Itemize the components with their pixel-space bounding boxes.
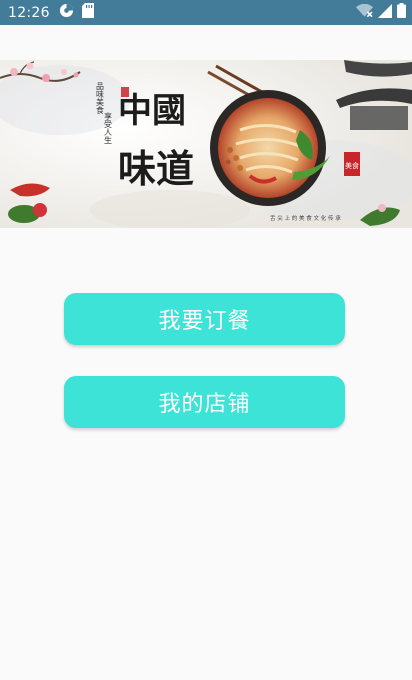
sd-card-icon xyxy=(81,3,94,22)
banner-slogan-left: 品味美食 xyxy=(96,82,105,115)
banner-image: 中國 味道 品味美食 享受人生 美食 舌 尖 上 的 美 食 文 化 传 承 xyxy=(0,60,412,228)
my-shop-button[interactable]: 我的店铺 xyxy=(64,376,345,428)
order-food-button[interactable]: 我要订餐 xyxy=(64,293,345,345)
status-time: 12:26 xyxy=(8,4,50,21)
signal-icon xyxy=(378,3,392,22)
status-bar: 12:26 xyxy=(0,0,412,25)
red-seal: 美食 xyxy=(344,152,360,176)
svg-text:美食: 美食 xyxy=(345,161,359,170)
banner-slogan-right: 享受人生 xyxy=(104,111,113,144)
pie-icon xyxy=(59,3,74,22)
battery-icon xyxy=(397,3,406,22)
wifi-off-icon xyxy=(356,3,373,22)
banner-title-line2: 味道 xyxy=(118,146,194,191)
banner-footer-text: 舌 尖 上 的 美 食 文 化 传 承 xyxy=(270,214,341,222)
